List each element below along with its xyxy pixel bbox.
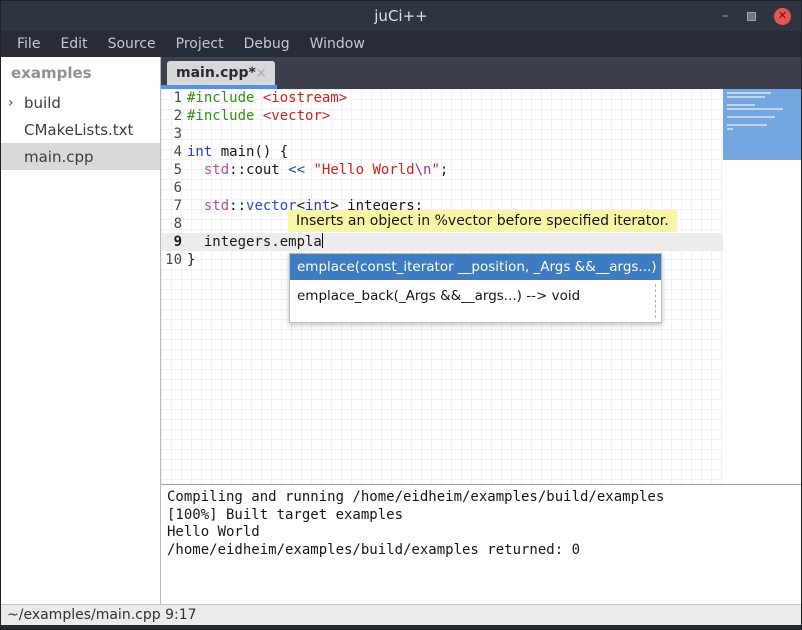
line-content: integers.empla — [187, 233, 323, 251]
line-content: #include <vector> — [187, 107, 330, 125]
file-tree-sidebar: examples ›build CMakeLists.txt main.cpp — [1, 57, 161, 604]
menu-item-project[interactable]: Project — [166, 31, 234, 57]
code-line[interactable]: 4int main() { — [161, 143, 723, 161]
autocomplete-item[interactable]: emplace_back(_Args &&__args...) --> void — [290, 283, 661, 309]
tab-main-cpp[interactable]: main.cpp* × — [167, 61, 275, 85]
line-number: 5 — [161, 161, 187, 179]
autocomplete-popup: emplace(const_iterator __position, _Args… — [289, 253, 662, 323]
sidebar-item-main-cpp[interactable]: main.cpp — [1, 143, 160, 170]
code-token: << — [288, 162, 305, 178]
code-token: main() { — [212, 144, 288, 160]
code-line[interactable]: 6 — [161, 179, 723, 197]
line-number: 9 — [161, 233, 187, 251]
code-token: std — [204, 162, 229, 178]
code-line[interactable]: 1#include <iostream> — [161, 89, 723, 107]
window-title: juCi++ — [1, 7, 801, 25]
autocomplete-item[interactable]: emplace(const_iterator __position, _Args… — [290, 254, 661, 280]
file-label: main.cpp — [24, 148, 94, 166]
code-token: \n — [415, 162, 432, 178]
title-bar: juCi++ – ✕ — [1, 1, 801, 31]
minimap-line-mark — [727, 92, 771, 94]
output-line: [100%] Built target examples — [167, 507, 801, 525]
output-line: Hello World — [167, 524, 801, 542]
tab-strip: main.cpp* × — [161, 57, 801, 89]
minimap-line-mark — [727, 124, 767, 126]
menu-item-debug[interactable]: Debug — [234, 31, 300, 57]
menu-item-file[interactable]: File — [7, 31, 50, 57]
menu-bar: FileEditSourceProjectDebugWindow — [1, 31, 801, 57]
autocomplete-scrollbar[interactable] — [655, 284, 656, 318]
output-line: /home/eidheim/examples/build/examples re… — [167, 542, 801, 560]
line-content: #include <iostream> — [187, 89, 347, 107]
chevron-right-icon: › — [8, 95, 24, 111]
window-controls: – ✕ — [722, 1, 791, 31]
minimize-icon[interactable]: – — [722, 9, 729, 23]
tab-close-icon[interactable]: × — [256, 66, 267, 81]
line-number: 8 — [161, 215, 187, 233]
code-line[interactable]: 5 std::cout << "Hello World\n"; — [161, 161, 723, 179]
menu-item-window[interactable]: Window — [300, 31, 375, 57]
minimap-line-mark — [727, 96, 765, 98]
code-token: " — [431, 162, 439, 178]
maximize-glyph — [747, 12, 756, 21]
code-token — [280, 162, 288, 178]
menu-item-edit[interactable]: Edit — [50, 31, 97, 57]
project-name: examples — [1, 57, 160, 82]
code-token: :: — [229, 198, 246, 214]
code-token: <vector> — [263, 108, 330, 124]
minimap-line-mark — [727, 116, 775, 118]
line-number: 10 — [161, 251, 187, 269]
line-number: 6 — [161, 179, 187, 197]
line-number: 1 — [161, 89, 187, 107]
line-number: 7 — [161, 197, 187, 215]
code-token: #include — [187, 108, 254, 124]
doc-tooltip: Inserts an object in %vector before spec… — [288, 210, 677, 232]
code-token: "Hello World — [313, 162, 414, 178]
minimap-line-mark — [727, 108, 783, 110]
line-content: std::cout << "Hello World\n"; — [187, 161, 448, 179]
code-token: std — [204, 198, 229, 214]
line-number: 4 — [161, 143, 187, 161]
line-number: 2 — [161, 107, 187, 125]
line-content: int main() { — [187, 143, 288, 161]
code-line[interactable]: 9 integers.empla — [161, 233, 723, 251]
file-label: CMakeLists.txt — [24, 121, 133, 139]
code-token: integers.empla — [187, 234, 322, 250]
code-token — [187, 198, 204, 214]
code-token: } — [187, 252, 195, 268]
app-window: juCi++ – ✕ FileEditSourceProjectDebugWin… — [0, 0, 802, 630]
minimap-line-mark — [727, 104, 755, 106]
line-content: } — [187, 251, 195, 269]
minimap[interactable] — [723, 89, 801, 484]
close-icon[interactable]: ✕ — [774, 8, 791, 25]
status-bar: ~/examples/main.cpp 9:17 — [1, 604, 801, 625]
code-token: #include — [187, 90, 254, 106]
sidebar-item-cmakelists-txt[interactable]: CMakeLists.txt — [1, 116, 160, 143]
autocomplete-list: emplace(const_iterator __position, _Args… — [290, 254, 661, 309]
code-line[interactable]: 3 — [161, 125, 723, 143]
code-token: <iostream> — [263, 90, 347, 106]
code-token: int — [187, 144, 212, 160]
menu-item-source[interactable]: Source — [98, 31, 166, 57]
tab-label: main.cpp* — [176, 65, 256, 81]
text-cursor — [322, 233, 323, 248]
code-token — [187, 162, 204, 178]
minimap-line-mark — [727, 128, 733, 130]
code-token — [254, 108, 262, 124]
maximize-icon[interactable] — [747, 12, 756, 21]
line-number: 3 — [161, 125, 187, 143]
file-tree: ›build CMakeLists.txt main.cpp — [1, 89, 160, 170]
window-bottom-border — [1, 625, 801, 629]
build-output-panel: Compiling and running /home/eidheim/exam… — [161, 484, 801, 604]
minimap-visible-region[interactable] — [723, 89, 801, 160]
file-label: build — [24, 94, 61, 112]
code-line[interactable]: 2#include <vector> — [161, 107, 723, 125]
sidebar-item-build[interactable]: ›build — [1, 89, 160, 116]
code-lines: 1#include <iostream>2#include <vector>34… — [161, 89, 801, 269]
code-token: ; — [440, 162, 448, 178]
code-token: cout — [246, 162, 280, 178]
code-token: :: — [229, 162, 246, 178]
code-token — [254, 90, 262, 106]
output-line: Compiling and running /home/eidheim/exam… — [167, 489, 801, 507]
